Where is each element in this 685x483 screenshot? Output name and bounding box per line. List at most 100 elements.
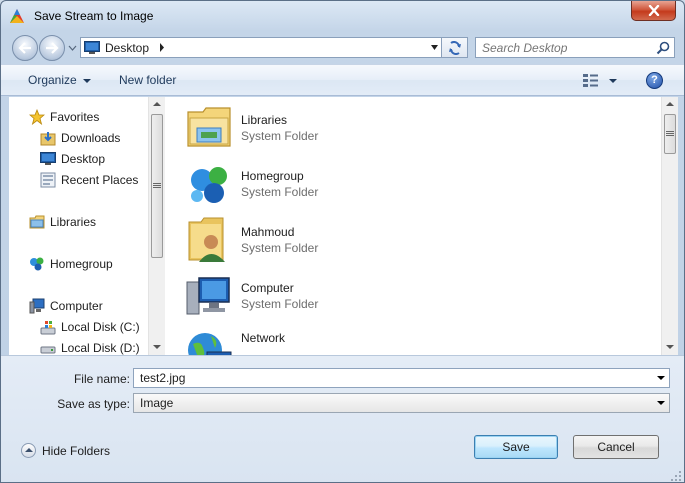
file-name-label: File name: <box>73 372 130 386</box>
command-bar: Organize New folder ? <box>1 64 684 96</box>
computer-icon <box>186 277 230 315</box>
help-button[interactable]: ? <box>646 72 663 89</box>
file-type: System Folder <box>241 185 319 199</box>
navpane-scrollbar[interactable] <box>148 97 165 355</box>
title-bar[interactable]: Save Stream to Image <box>1 1 684 31</box>
nav-local-disk-d-label: Local Disk (D:) <box>61 341 140 355</box>
list-item[interactable]: Mahmoud System Folder <box>185 214 318 266</box>
homegroup-icon <box>30 257 44 271</box>
save-type-label: Save as type: <box>57 397 130 411</box>
nav-desktop[interactable]: Desktop <box>40 150 105 168</box>
list-item[interactable]: Network <box>185 326 285 355</box>
file-type: System Folder <box>241 241 319 255</box>
navigation-pane: Favorites Downloads Desktop Recent Place… <box>9 97 165 355</box>
file-type: System Folder <box>241 297 319 311</box>
nav-recent-places[interactable]: Recent Places <box>40 171 138 189</box>
new-folder-button[interactable]: New folder <box>119 73 176 87</box>
user-folder-icon <box>188 217 225 262</box>
search-input[interactable] <box>480 39 652 56</box>
search-box[interactable] <box>475 37 675 58</box>
drive-windows-icon <box>40 321 56 335</box>
chevron-down-icon[interactable] <box>657 376 665 380</box>
nav-recent-places-label: Recent Places <box>61 173 139 187</box>
change-view-icon[interactable] <box>583 73 619 89</box>
scroll-up-icon[interactable] <box>153 102 161 106</box>
list-item[interactable]: Homegroup System Folder <box>185 158 318 210</box>
file-name-value[interactable]: test2.jpg <box>140 371 185 385</box>
refresh-icon <box>448 40 461 55</box>
nav-libraries[interactable]: Libraries <box>29 213 96 231</box>
scroll-down-icon[interactable] <box>666 345 674 349</box>
back-button[interactable] <box>12 35 38 61</box>
app-icon <box>10 9 24 23</box>
save-form: File name: test2.jpg Save as type: Image… <box>1 355 684 482</box>
address-bar[interactable]: Desktop <box>80 37 442 58</box>
list-item[interactable]: Libraries System Folder <box>185 102 318 154</box>
cancel-button[interactable]: Cancel <box>573 435 659 459</box>
desktop-icon <box>84 41 100 54</box>
nav-local-disk-c[interactable]: Local Disk (C:) <box>40 318 140 336</box>
nav-favorites-label: Favorites <box>50 110 100 124</box>
scroll-down-icon[interactable] <box>153 345 161 349</box>
save-button[interactable]: Save <box>474 435 558 459</box>
chevron-down-icon[interactable] <box>657 401 665 405</box>
drive-icon <box>40 346 56 354</box>
nav-desktop-label: Desktop <box>61 152 106 166</box>
close-icon <box>648 5 659 16</box>
save-type-value[interactable]: Image <box>140 396 173 410</box>
list-item[interactable]: Computer System Folder <box>185 270 318 322</box>
back-arrow-icon <box>18 42 31 54</box>
nav-downloads-label: Downloads <box>61 131 121 145</box>
recent-pages-icon[interactable] <box>68 44 77 52</box>
search-icon[interactable] <box>656 41 670 55</box>
nav-favorites[interactable]: Favorites <box>29 108 99 126</box>
address-row: Desktop <box>1 31 684 64</box>
window-title: Save Stream to Image <box>34 9 154 23</box>
save-type-select[interactable]: Image <box>133 393 670 413</box>
chevron-down-icon[interactable] <box>430 43 439 52</box>
chevron-right-icon[interactable] <box>159 43 165 52</box>
save-dialog: Save Stream to Image Desktop Search Desk… <box>0 0 685 483</box>
file-name: Computer <box>241 281 294 295</box>
file-type: System Folder <box>241 129 319 143</box>
nav-homegroup[interactable]: Homegroup <box>29 255 113 273</box>
file-name: Network <box>241 331 286 345</box>
nav-homegroup-label: Homegroup <box>50 257 113 271</box>
file-text: Mahmoud System Folder <box>241 224 318 256</box>
file-text: Computer System Folder <box>241 280 318 312</box>
nav-downloads[interactable]: Downloads <box>40 129 120 147</box>
hide-folders-label: Hide Folders <box>42 443 111 458</box>
downloads-icon <box>40 132 56 146</box>
nav-computer[interactable]: Computer <box>29 297 103 315</box>
desktop-icon <box>40 152 56 165</box>
libraries-icon <box>187 107 231 147</box>
hide-folders-button[interactable]: Hide Folders <box>21 443 110 458</box>
file-name-field[interactable]: test2.jpg <box>133 368 670 388</box>
file-text: Network <box>241 330 285 346</box>
forward-arrow-icon <box>46 42 59 54</box>
forward-button[interactable] <box>39 35 65 61</box>
recent-places-icon <box>40 172 56 188</box>
address-location[interactable]: Desktop <box>105 41 149 55</box>
scroll-up-icon[interactable] <box>666 102 674 106</box>
resize-grip-icon[interactable] <box>671 471 681 481</box>
file-name: Mahmoud <box>241 225 295 239</box>
file-name: Homegroup <box>241 169 304 183</box>
close-button[interactable] <box>631 1 676 21</box>
nav-libraries-label: Libraries <box>50 215 97 229</box>
file-text: Homegroup System Folder <box>241 168 318 200</box>
collapse-up-icon <box>21 443 36 458</box>
file-name: Libraries <box>241 113 288 127</box>
file-list: Libraries System Folder Homegroup System… <box>165 97 678 355</box>
libraries-icon <box>29 215 45 229</box>
nav-computer-label: Computer <box>50 299 103 313</box>
nav-local-disk-c-label: Local Disk (C:) <box>61 320 140 334</box>
refresh-button[interactable] <box>442 37 468 58</box>
file-text: Libraries System Folder <box>241 112 318 144</box>
scrollbar-thumb[interactable] <box>664 114 676 154</box>
star-icon <box>29 109 45 125</box>
caret-down-icon <box>82 78 91 83</box>
organize-button[interactable]: Organize <box>28 73 91 87</box>
filelist-scrollbar[interactable] <box>661 97 678 355</box>
scrollbar-thumb[interactable] <box>151 114 163 258</box>
